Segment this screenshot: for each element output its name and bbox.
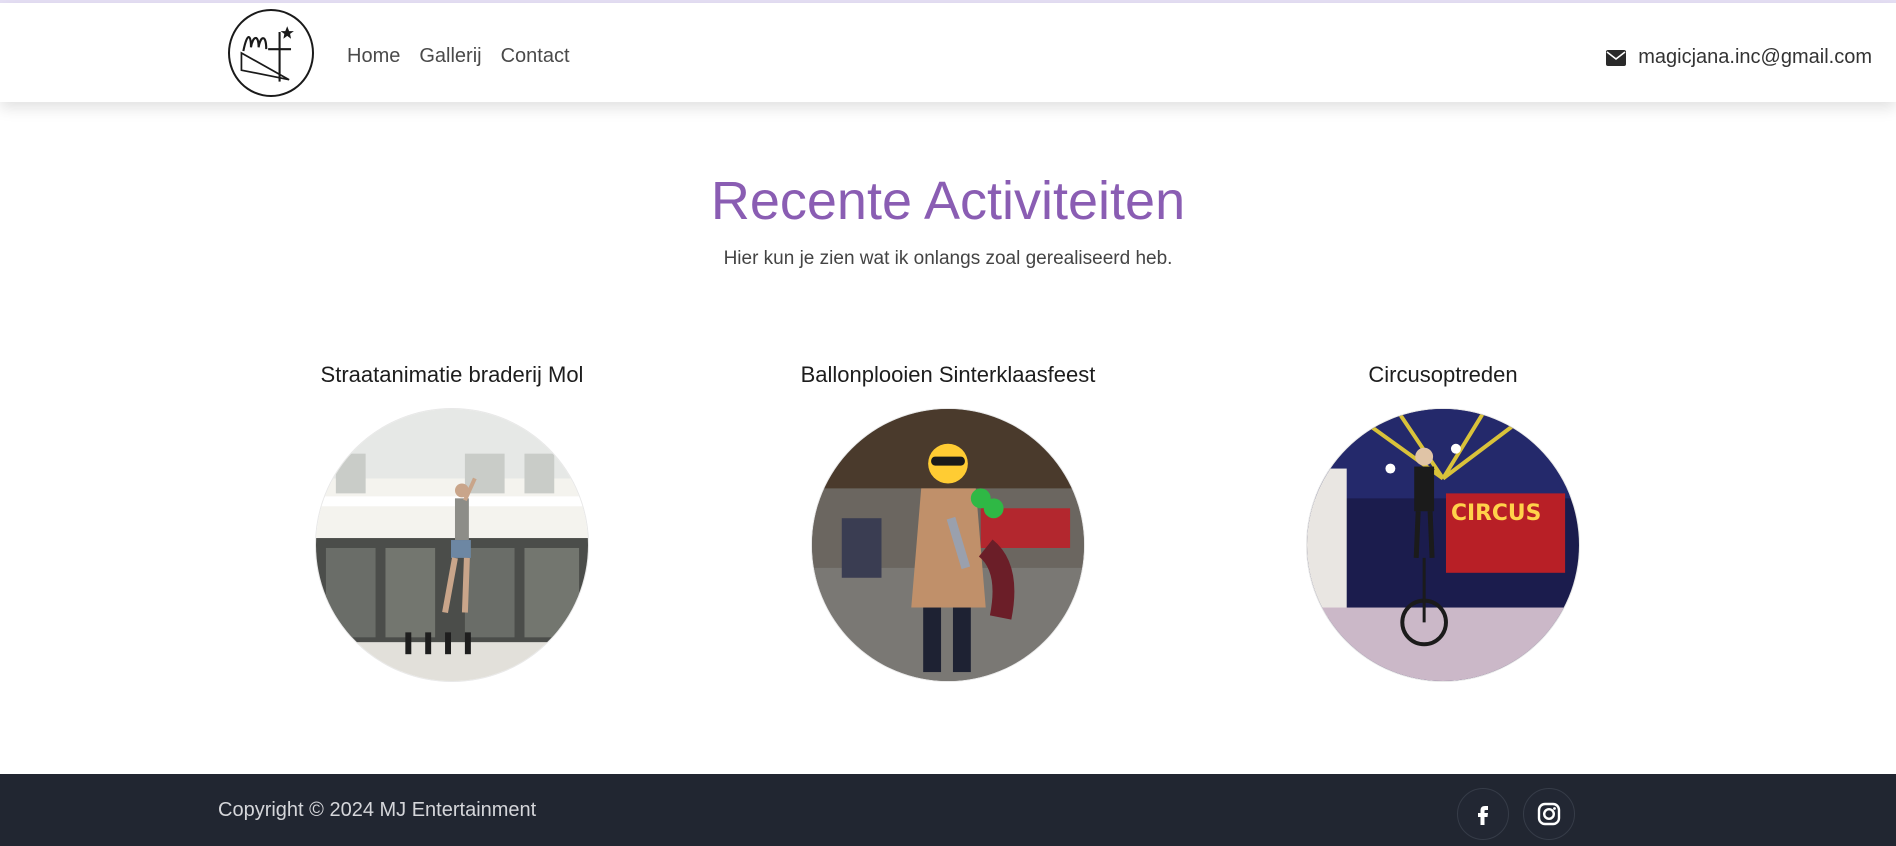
main-content: Recente Activiteiten Hier kun je zien wa…	[0, 102, 1896, 774]
facebook-icon[interactable]	[1457, 788, 1509, 840]
activity-card: Ballonplooien Sinterklaasfeest	[738, 362, 1158, 682]
activity-photo[interactable]: CIRCUS	[1306, 408, 1580, 682]
nav-home[interactable]: Home	[347, 45, 400, 68]
logo-icon[interactable]	[228, 9, 314, 97]
page-subtitle: Hier kun je zien wat ik onlangs zoal ger…	[723, 248, 1173, 269]
instagram-icon[interactable]	[1523, 788, 1575, 840]
activity-photo[interactable]	[315, 408, 589, 682]
svg-text:CIRCUS: CIRCUS	[1451, 501, 1541, 526]
activity-card: Straatanimatie braderij Mol	[242, 362, 662, 682]
activity-title: Circusoptreden	[1368, 362, 1518, 387]
main-nav: Home Gallerij Contact	[347, 45, 570, 68]
nav-contact[interactable]: Contact	[501, 45, 570, 68]
activity-card: Circusoptreden CIRCUS	[1233, 362, 1653, 682]
activity-title: Straatanimatie braderij Mol	[320, 362, 584, 387]
site-header: Home Gallerij Contact magicjana.inc@gmai…	[0, 3, 1896, 102]
email-link[interactable]: magicjana.inc@gmail.com	[1606, 46, 1872, 69]
site-footer: Copyright © 2024 MJ Entertainment	[0, 774, 1896, 846]
page-title: Recente Activiteiten	[710, 171, 1186, 231]
envelope-icon	[1606, 49, 1627, 66]
activity-title: Ballonplooien Sinterklaasfeest	[800, 362, 1096, 387]
email-address: magicjana.inc@gmail.com	[1638, 46, 1872, 68]
nav-gallerij[interactable]: Gallerij	[419, 45, 481, 68]
copyright-text: Copyright © 2024 MJ Entertainment	[218, 799, 537, 821]
activity-photo[interactable]	[811, 408, 1085, 682]
